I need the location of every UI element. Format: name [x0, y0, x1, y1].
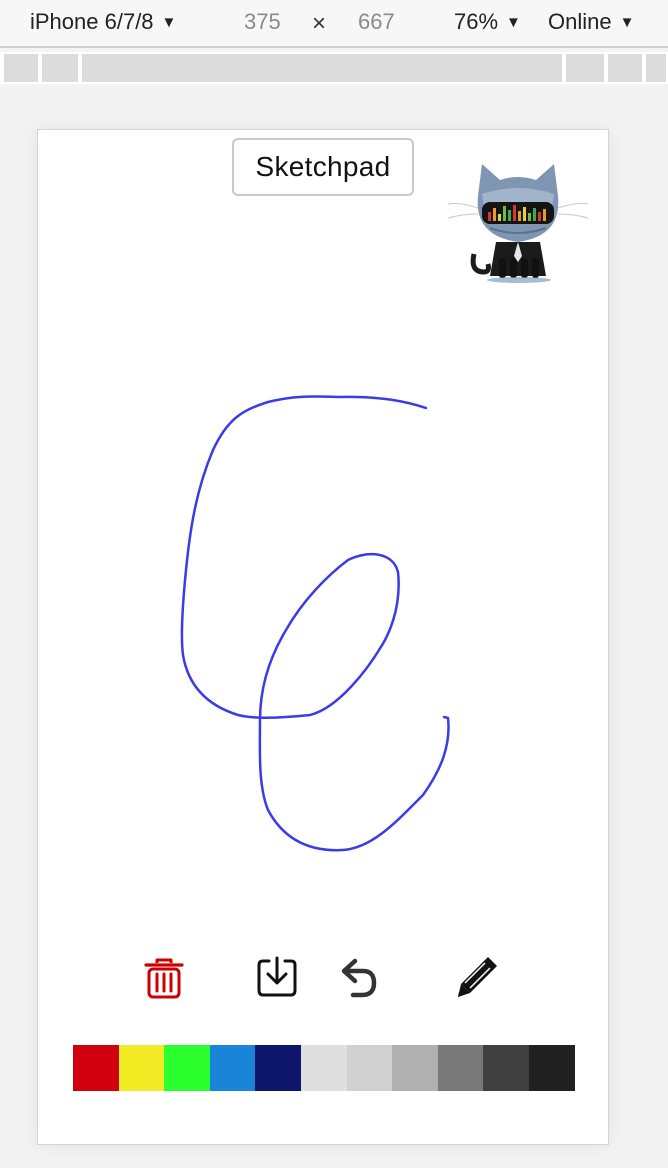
chevron-down-icon: ▼	[619, 14, 635, 31]
device-label: iPhone 6/7/8	[30, 9, 154, 34]
color-swatch[interactable]	[346, 1045, 393, 1091]
undo-icon	[341, 958, 377, 998]
color-palette	[73, 1045, 575, 1091]
devtools-toolbar: iPhone 6/7/8 ▼ 375 × 667 76% ▼ Online ▼	[0, 0, 668, 48]
sketchpad-title-button[interactable]: Sketchpad	[232, 138, 414, 196]
drawing-canvas[interactable]	[38, 290, 608, 1030]
ruler-segment[interactable]	[82, 54, 562, 82]
viewport-height-field[interactable]: 667	[358, 9, 395, 35]
color-swatch[interactable]	[255, 1045, 301, 1091]
color-swatch[interactable]	[528, 1045, 575, 1091]
drawn-stroke	[180, 395, 450, 852]
ruler-segment[interactable]	[566, 54, 604, 82]
viewport-width-field[interactable]: 375	[244, 9, 281, 35]
chevron-down-icon: ▼	[506, 14, 521, 31]
media-query-ruler	[0, 52, 668, 84]
device-viewport: Sketchpad	[37, 129, 609, 1145]
octocat-logo[interactable]	[444, 158, 592, 284]
trash-icon	[144, 958, 184, 999]
network-label: Online	[548, 9, 612, 34]
ruler-segment[interactable]	[42, 54, 78, 82]
device-selector[interactable]: iPhone 6/7/8 ▼	[30, 9, 176, 38]
download-icon	[257, 956, 297, 997]
dimension-separator: ×	[312, 10, 327, 37]
color-swatch[interactable]	[73, 1045, 119, 1091]
zoom-selector[interactable]: 76% ▼	[454, 9, 521, 38]
ruler-segment[interactable]	[4, 54, 38, 82]
color-swatch[interactable]	[483, 1045, 529, 1091]
chevron-down-icon: ▼	[161, 14, 177, 31]
color-swatch[interactable]	[209, 1045, 256, 1091]
zoom-label: 76%	[454, 9, 499, 34]
color-swatch[interactable]	[392, 1045, 438, 1091]
undo-button[interactable]	[335, 952, 385, 1002]
color-swatch[interactable]	[118, 1045, 165, 1091]
color-swatch[interactable]	[300, 1045, 347, 1091]
color-swatch[interactable]	[437, 1045, 484, 1091]
ruler-segment[interactable]	[646, 54, 666, 82]
pencil-icon	[458, 957, 497, 997]
ruler-segment[interactable]	[608, 54, 642, 82]
clear-button[interactable]	[139, 952, 189, 1002]
color-swatch[interactable]	[164, 1045, 210, 1091]
network-throttle-selector[interactable]: Online ▼	[548, 9, 634, 38]
pencil-button[interactable]	[452, 952, 502, 1002]
download-button[interactable]	[252, 952, 302, 1002]
